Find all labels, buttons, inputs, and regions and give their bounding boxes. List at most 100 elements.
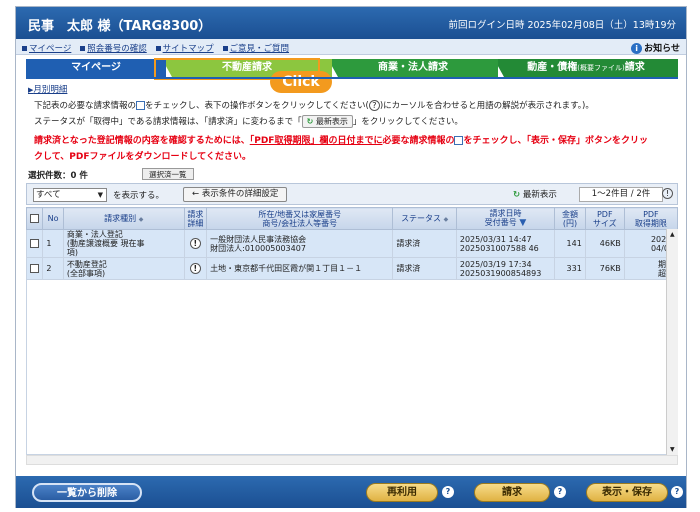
link-inquiry-number[interactable]: 照会番号の確認 bbox=[87, 44, 147, 54]
chevron-down-icon: ▼ bbox=[97, 191, 103, 199]
row-type-line: (動産譲渡概要 現在事 bbox=[66, 239, 145, 248]
instruction-text: ステータスが「取得中」である請求情報は、「請求済」に変わるまで「 bbox=[34, 117, 302, 127]
latest-display-label: 最新表示 bbox=[522, 190, 557, 200]
warning-text: をチェックし、「表示・保存」ボタンをクリッ bbox=[463, 136, 648, 146]
header-location-label: 商号/会社法人等番号 bbox=[262, 218, 338, 228]
instruction-text: 」をクリックしてください。 bbox=[352, 117, 463, 127]
detail-info-icon[interactable]: ! bbox=[189, 263, 201, 274]
vertical-scrollbar[interactable]: ▲ ▼ bbox=[666, 229, 678, 455]
header-size[interactable]: PDF サイズ bbox=[584, 207, 625, 230]
row-status: 請求済 bbox=[392, 229, 457, 258]
tab-movable[interactable]: 動産・債権(概要ファイル)請求 bbox=[494, 59, 678, 77]
select-all-checkbox[interactable] bbox=[30, 214, 40, 223]
row-receipt-line: 2025031007588 46 bbox=[459, 243, 539, 253]
detail-info-icon[interactable]: ! bbox=[189, 238, 201, 249]
instruction-line-2: ステータスが「取得中」である請求情報は、「請求済」に変わるまで「 ↻ 最新表示 」を… bbox=[34, 115, 463, 128]
bullet-icon bbox=[222, 46, 228, 51]
show-save-button[interactable]: 表示・保存 bbox=[586, 483, 668, 502]
show-save-help-icon[interactable]: ? bbox=[671, 486, 683, 498]
table-header-row: No 請求種別 ◆ 請求 詳細 所在/地番又は家屋番号 商号/会社法人等番号 ステー… bbox=[25, 207, 679, 230]
user-name: 民事 太郎 様（TARG8300） bbox=[28, 19, 212, 34]
warning-line-1: 請求済となった登記情報の内容を確認するためには、「PDF取得期限」欄の日付までに… bbox=[34, 133, 648, 146]
delete-from-list-button[interactable]: 一覧から削除 bbox=[32, 483, 142, 502]
select-all-header[interactable] bbox=[25, 207, 44, 230]
display-filter-select[interactable]: すべて ▼ bbox=[33, 188, 107, 202]
header-location[interactable]: 所在/地番又は家屋番号 商号/会社法人等番号 bbox=[206, 207, 394, 230]
last-login: 前回ログイン日時 2025年02月08日（土）13時19分 bbox=[448, 20, 676, 31]
inline-refresh-label: 最新表示 bbox=[315, 117, 348, 126]
header-no-label: No bbox=[47, 214, 59, 223]
help-icon[interactable]: ! bbox=[662, 188, 673, 199]
header-amount-label: 金額 bbox=[561, 209, 578, 219]
horizontal-scrollbar[interactable] bbox=[26, 455, 678, 465]
reuse-help-icon[interactable]: ? bbox=[442, 486, 454, 498]
instruction-text: )にカーソルを合わせると用語の解説が表示されます。)。 bbox=[379, 101, 594, 111]
header-amount[interactable]: 金額 (円) bbox=[554, 207, 586, 230]
row-date-line: 2025/03/19 17:34 bbox=[459, 259, 532, 269]
refresh-icon: ↻ bbox=[513, 190, 521, 200]
bullet-icon bbox=[155, 46, 161, 51]
row-type-line: 商業・法人登記 bbox=[66, 230, 123, 239]
tab-corporate[interactable]: 商業・法人請求 bbox=[328, 59, 498, 77]
click-callout: Click bbox=[270, 71, 332, 93]
scroll-up-icon[interactable]: ▲ bbox=[670, 231, 675, 238]
info-icon: i bbox=[631, 43, 643, 54]
scroll-down-icon[interactable]: ▼ bbox=[670, 446, 675, 453]
instruction-text: をチェックし、表下の操作ボタンをクリックしてください( bbox=[145, 101, 369, 111]
notice-label: お知らせ bbox=[644, 44, 680, 54]
app-frame: 民事 太郎 様（TARG8300） 前回ログイン日時 2025年02月08日（土… bbox=[15, 6, 687, 508]
tab-mypage[interactable]: マイページ bbox=[26, 59, 166, 77]
help-icon: ? bbox=[368, 100, 380, 111]
reuse-button[interactable]: 再利用 bbox=[366, 483, 438, 502]
header-deadline-label: 取得期限 bbox=[634, 218, 667, 228]
header-detail-label: 請求 bbox=[187, 209, 204, 219]
selected-list-button[interactable]: 選択済一覧 bbox=[142, 168, 194, 180]
request-help-icon[interactable]: ? bbox=[554, 486, 566, 498]
header-deadline-label: PDF bbox=[643, 209, 659, 219]
instruction-line-1: 下記表の必要な請求情報の をチェックし、表下の操作ボタンをクリックしてください(?… bbox=[34, 99, 594, 111]
filter-select-value: すべて bbox=[36, 190, 61, 200]
link-sitemap[interactable]: サイトマップ bbox=[163, 44, 214, 54]
monthly-detail-label: 月別明細 bbox=[33, 85, 68, 95]
table-row[interactable]: 1 商業・法人登記 (動産譲渡概要 現在事 項) ! 一般財団法人民事法務協会 財団法… bbox=[25, 229, 679, 258]
sort-desc-icon: ▼ bbox=[519, 218, 527, 228]
latest-display-button[interactable]: ↻ 最新表示 bbox=[513, 188, 557, 200]
notice-link[interactable]: i お知らせ bbox=[631, 41, 680, 54]
header-deadline[interactable]: PDF 取得期限 bbox=[623, 207, 679, 230]
bullet-icon bbox=[80, 46, 86, 51]
row-detail-cell[interactable]: ! bbox=[183, 229, 208, 258]
request-button[interactable]: 請求 bbox=[474, 483, 550, 502]
header-date[interactable]: 請求日時 受付番号 ▼ bbox=[455, 207, 556, 230]
header-type[interactable]: 請求種別 ◆ bbox=[62, 207, 185, 230]
bullet-icon bbox=[22, 46, 27, 51]
monthly-detail-link[interactable]: ▶月別明細 bbox=[28, 83, 67, 95]
header-status-label: ステータス bbox=[401, 213, 442, 223]
link-mypage[interactable]: マイページ bbox=[29, 44, 71, 54]
row-date-line: 2025/03/31 14:47 bbox=[459, 234, 532, 244]
link-feedback[interactable]: ご意見・ご質問 bbox=[230, 44, 290, 54]
main-tabs: 動産・債権(概要ファイル)請求 商業・法人請求 不動産請求 マイページ bbox=[26, 59, 678, 77]
header-amount-label: (円) bbox=[562, 218, 578, 228]
table-empty-area bbox=[26, 275, 678, 455]
row-select-cell[interactable] bbox=[25, 229, 44, 258]
header-detail-label: 詳細 bbox=[187, 218, 204, 228]
warning-line-2: クして、PDFファイルをダウンロードしてください。 bbox=[34, 152, 251, 162]
row-location-line: 一般財団法人民事法務協会 bbox=[210, 234, 307, 244]
header-bar: 民事 太郎 様（TARG8300） 前回ログイン日時 2025年02月08日（土… bbox=[16, 7, 686, 39]
sort-icon: ◆ bbox=[443, 215, 449, 223]
refresh-icon: ↻ bbox=[306, 117, 314, 126]
header-no[interactable]: No bbox=[42, 207, 64, 230]
top-links: マイページ 照会番号の確認 サイトマップ ご意見・ご質問 i お知らせ bbox=[16, 39, 686, 55]
row-checkbox[interactable] bbox=[30, 264, 39, 273]
header-type-label: 請求種別 bbox=[104, 213, 137, 223]
header-status[interactable]: ステータス ◆ bbox=[392, 207, 457, 230]
row-checkbox[interactable] bbox=[30, 239, 39, 248]
page-info: 1～2件目 / 2件 bbox=[579, 187, 663, 202]
detail-settings-button[interactable]: ← 表示条件の詳細設定 bbox=[183, 187, 288, 202]
instruction-text: 下記表の必要な請求情報の bbox=[34, 101, 137, 111]
filter-label: を表示する。 bbox=[113, 191, 165, 201]
selected-count: 選択件数：0 件 bbox=[28, 171, 88, 181]
footer-bar: 一覧から削除 再利用 ? 請求 ? 表示・保存 ? bbox=[16, 476, 686, 508]
row-date: 2025/03/31 14:47 2025031007588 46 bbox=[455, 229, 556, 258]
sort-icon: ◆ bbox=[138, 215, 144, 223]
